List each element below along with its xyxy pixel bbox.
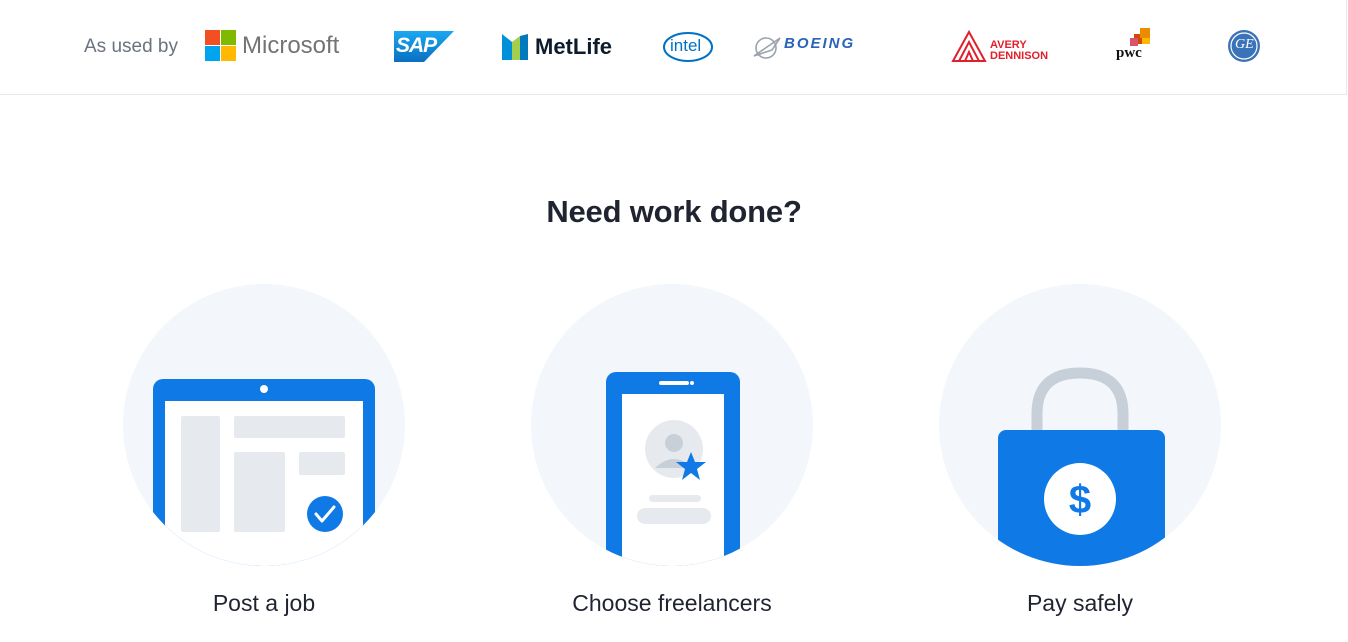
boeing-logo: BOEING (752, 32, 888, 62)
sap-logo: SAP (394, 31, 454, 63)
browser-window-check-icon (123, 284, 405, 566)
intel-logo: intel (662, 30, 714, 64)
microsoft-logo: Microsoft (205, 30, 350, 64)
ge-logo: GE (1227, 29, 1261, 63)
step-label: Choose freelancers (572, 590, 772, 616)
page-headline: Need work done? (546, 194, 802, 229)
avery-dennison-logo: AVERY DENNISON (951, 29, 1055, 65)
metlife-logo: MetLife (502, 33, 618, 61)
as-used-by-label: As used by (84, 36, 178, 57)
step-label: Pay safely (1026, 590, 1134, 616)
shopping-bag-dollar-icon: $ (939, 284, 1221, 566)
svg-text:$: $ (1069, 478, 1091, 522)
step-label: Post a job (212, 590, 316, 616)
pwc-logo: pwc (1114, 28, 1164, 64)
client-logo-bar: As used by Microsoft SAP MetLife intel B… (0, 0, 1347, 95)
phone-profile-star-icon (531, 284, 813, 566)
